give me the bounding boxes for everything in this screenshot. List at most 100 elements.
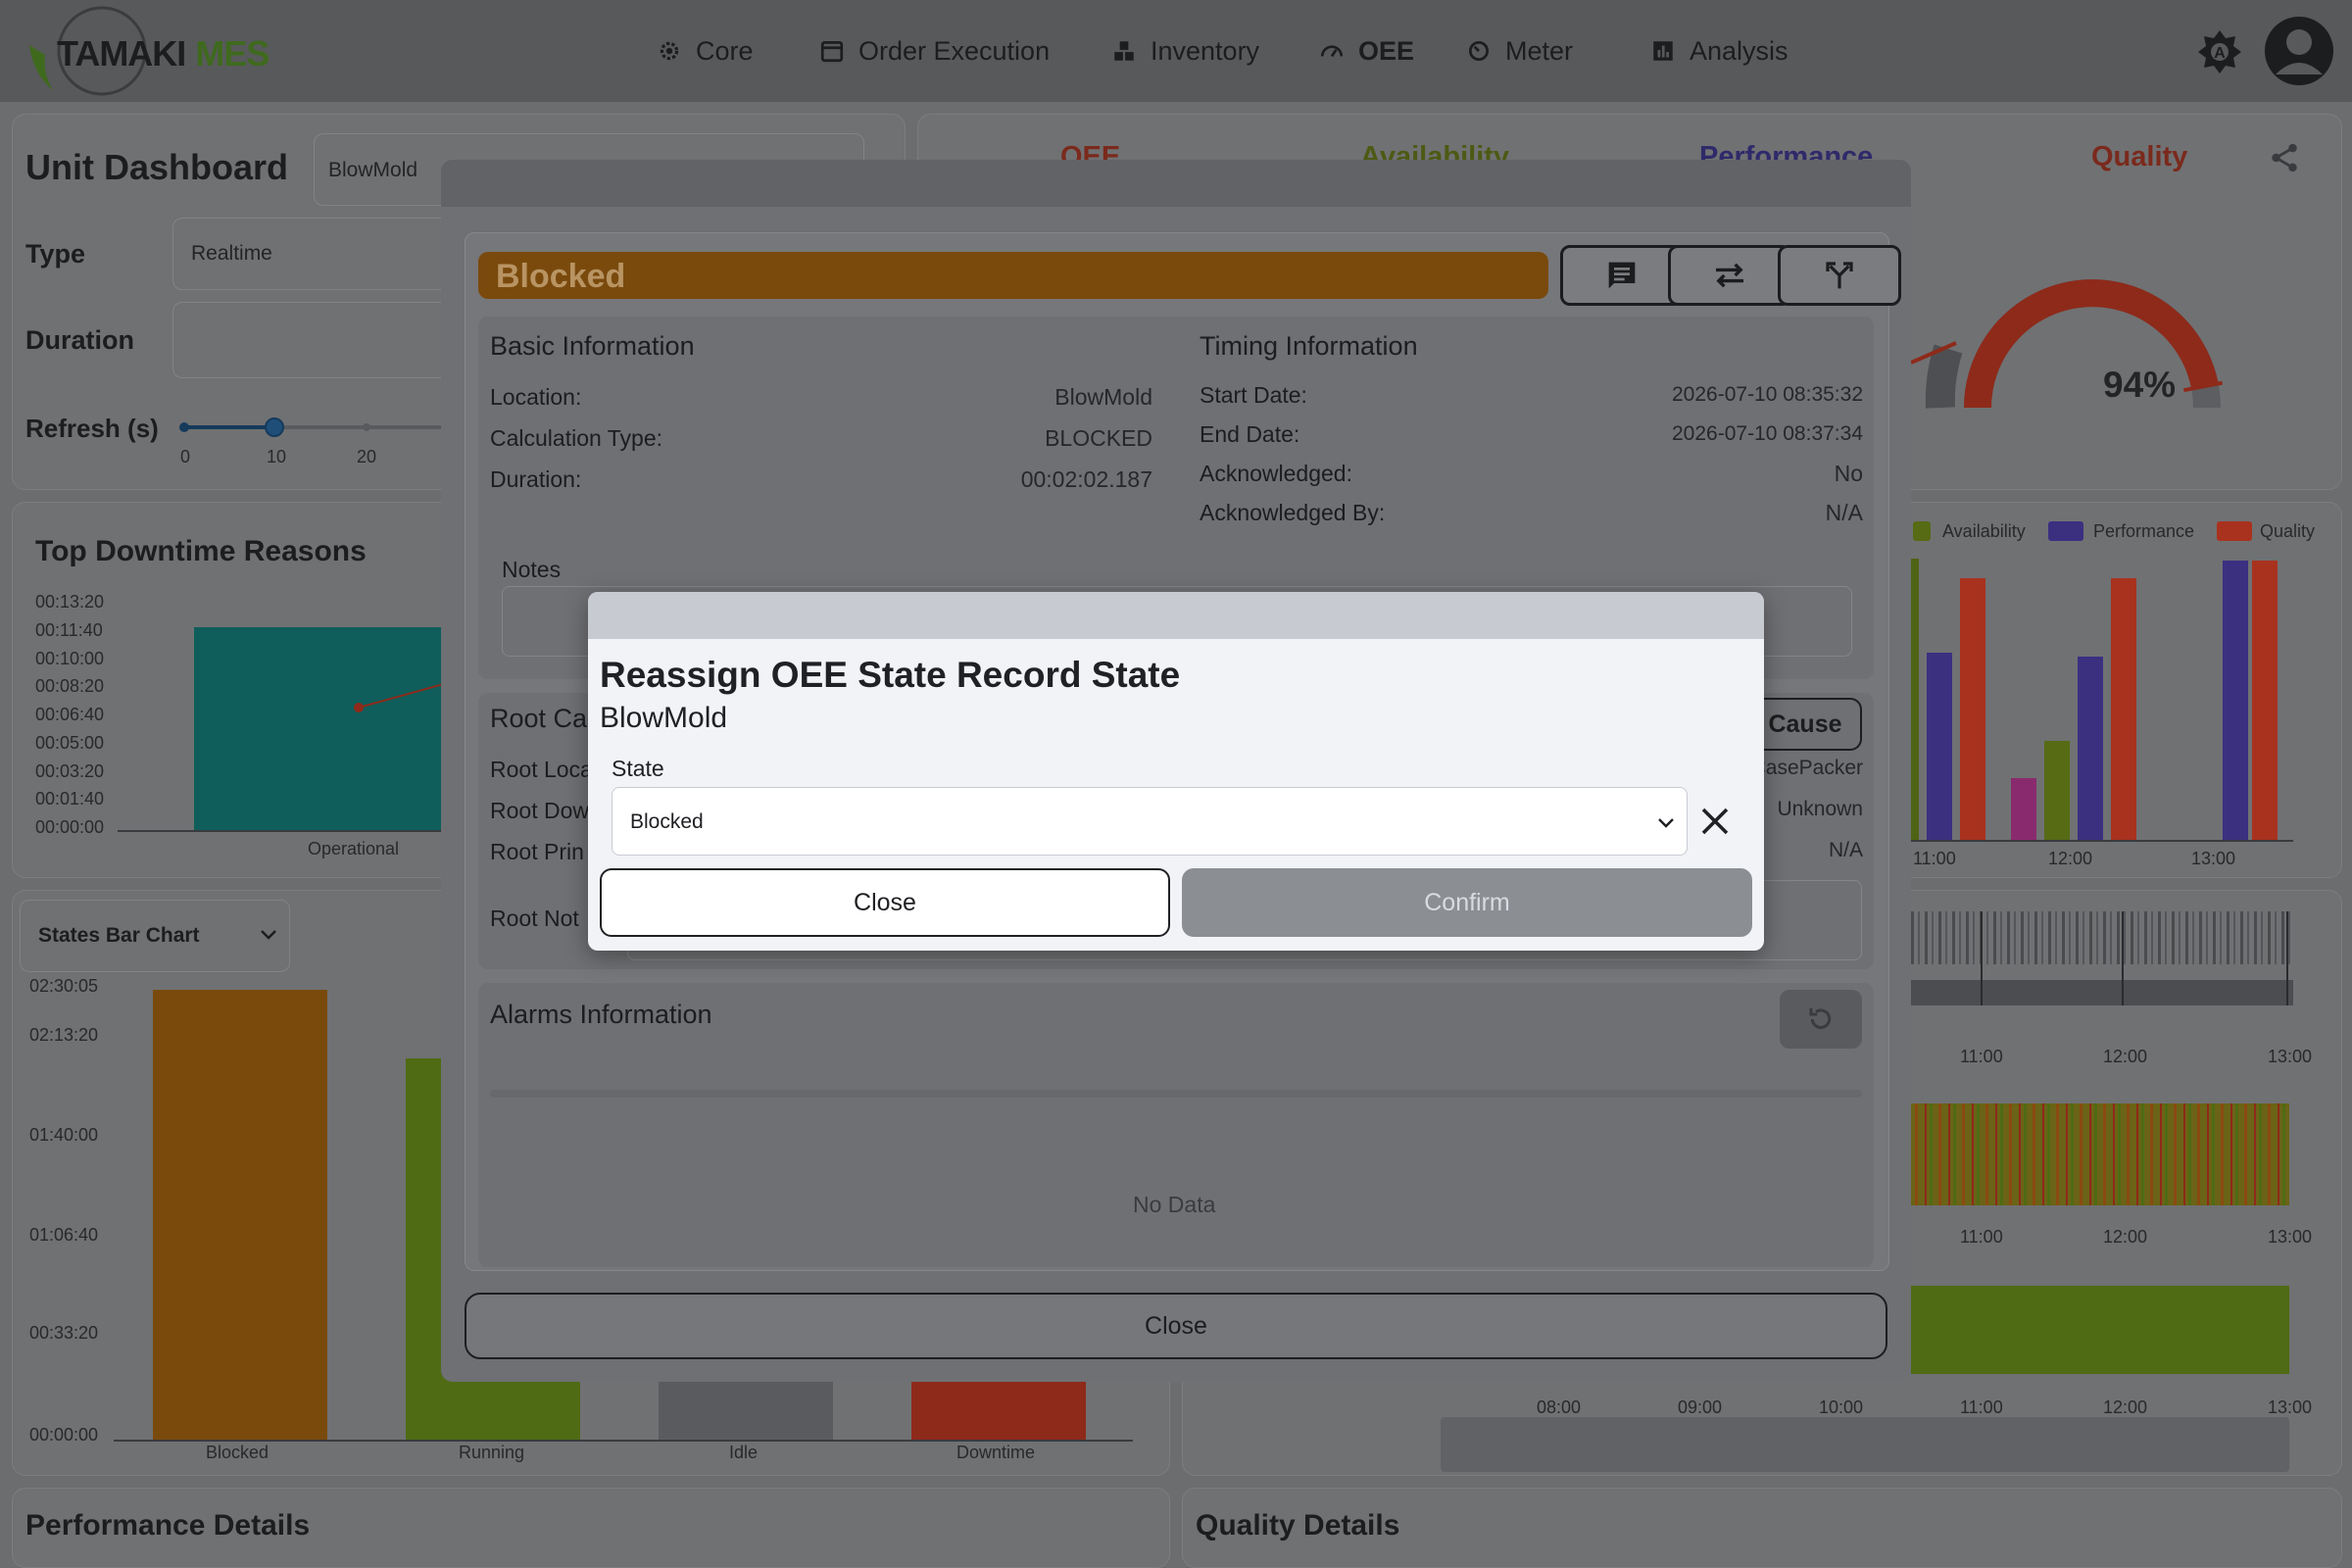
timeline-axis-tick: 08:00	[1537, 1397, 1582, 1417]
timeline-axis-tick: 11:00	[1960, 1397, 2003, 1417]
root-cause-button-label: Cause	[1768, 710, 1842, 738]
timeline-range-brush[interactable]	[1441, 1417, 2289, 1472]
timing-info-key: End Date:	[1200, 421, 1300, 447]
reassign-dialog-header	[588, 592, 1764, 639]
root-cause-button[interactable]: Cause	[1748, 698, 1862, 751]
split-icon	[1826, 262, 1853, 289]
timeline-tick: 11:00	[1960, 1227, 2003, 1247]
alarms-empty-text: No Data	[1133, 1192, 1216, 1217]
basic-info-value: BlowMold	[1054, 384, 1152, 410]
state-category: Running	[459, 1443, 525, 1462]
nav-meter-label: Meter	[1505, 35, 1574, 66]
downtime-y-tick: 00:05:00	[35, 732, 105, 753]
app-logo[interactable]: TAMAKI MES	[24, 6, 270, 96]
timeline-axis-tick: 12:00	[2103, 1397, 2148, 1417]
meter-icon	[1468, 40, 1490, 62]
trend-bar	[2252, 561, 2278, 841]
quality-details-title: Quality Details	[1196, 1509, 1400, 1542]
state-select-value: Blocked	[630, 810, 704, 833]
downtime-y-tick: 00:08:20	[35, 676, 105, 697]
share-icon[interactable]	[2268, 141, 2301, 174]
alarms-table-header	[490, 1090, 1862, 1098]
trend-tick: 12:00	[2048, 849, 2093, 868]
dialog-close-button[interactable]: Close	[600, 868, 1170, 937]
root-cause-key: Root Dow	[490, 798, 589, 823]
top-downtime-chart	[118, 627, 451, 832]
trend-bar	[2111, 578, 2136, 841]
gear-icon	[660, 41, 679, 61]
nav-meter[interactable]: Meter	[1466, 29, 1573, 73]
logo-text: TAMAKI MES	[57, 33, 270, 74]
nav-order-execution[interactable]: Order Execution	[819, 29, 1050, 73]
quality-gauge-value: 94%	[2103, 365, 2177, 405]
calendar-icon	[820, 40, 844, 63]
reassign-dialog-subtitle: BlowMold	[600, 702, 728, 734]
refresh-alarms-button[interactable]	[1780, 990, 1862, 1049]
state-record-close-button[interactable]: Close	[465, 1293, 1887, 1359]
nav-oee-label: OEE	[1358, 35, 1415, 66]
user-avatar-icon[interactable]	[2264, 16, 2334, 86]
timeline-tick: 13:00	[2268, 1047, 2313, 1066]
state-bar-idle	[659, 1380, 833, 1441]
state-record-close-label: Close	[1145, 1311, 1207, 1340]
theme-toggle-icon[interactable]: A	[2197, 29, 2242, 74]
timeline-tick: 12:00	[2103, 1047, 2148, 1066]
chevron-down-icon	[261, 930, 276, 940]
legend-performance: Performance	[2093, 521, 2195, 541]
chart-type-select[interactable]: States Bar Chart	[20, 900, 290, 972]
reassign-state-button[interactable]	[1668, 245, 1791, 306]
refresh-tick: 10	[267, 447, 287, 466]
unit-select-value: BlowMold	[328, 159, 418, 181]
trend-bar	[1911, 559, 1919, 841]
state-banner: Blocked	[478, 252, 1548, 299]
duration-label: Duration	[25, 325, 134, 355]
state-category: Idle	[729, 1443, 759, 1462]
trend-bar	[2011, 778, 2036, 841]
dashboard-title: Unit Dashboard	[25, 147, 289, 187]
legend-swatch-availability	[1913, 521, 1931, 541]
basic-info-value: BLOCKED	[1045, 425, 1152, 451]
refresh-slider[interactable]	[176, 417, 470, 437]
boxes-icon	[1114, 41, 1134, 61]
state-field-label: State	[612, 756, 664, 781]
timing-info-value: No	[1834, 461, 1863, 486]
performance-details-title: Performance Details	[25, 1509, 311, 1542]
timeline-tick: 11:00	[1960, 1047, 2003, 1066]
dialog-confirm-button[interactable]: Confirm	[1182, 868, 1752, 937]
timing-info-title: Timing Information	[1200, 331, 1418, 361]
legend-swatch-quality	[2217, 521, 2252, 541]
add-note-button[interactable]	[1560, 245, 1684, 306]
nav-inventory[interactable]: Inventory	[1111, 29, 1259, 73]
chevron-down-icon	[1658, 818, 1674, 828]
state-record-modal-header	[441, 160, 1911, 207]
root-cause-key: Root Loca	[490, 757, 593, 782]
downtime-y-tick: 00:06:40	[35, 705, 105, 724]
basic-info-key: Calculation Type:	[490, 425, 663, 451]
chart-type-value: States Bar Chart	[38, 924, 200, 947]
trend-bar	[2078, 657, 2103, 841]
timeline-tick: 13:00	[2268, 1227, 2313, 1247]
split-record-button[interactable]	[1778, 245, 1901, 306]
downtime-y-tick: 00:11:40	[35, 619, 103, 640]
timing-info-key: Acknowledged:	[1200, 461, 1352, 486]
nav-analysis[interactable]: Analysis	[1650, 29, 1788, 73]
downtime-bar	[194, 627, 451, 831]
timing-info-value: 2026-07-10 08:35:32	[1672, 383, 1863, 406]
type-select-value: Realtime	[191, 242, 272, 265]
nav-core-label: Core	[696, 35, 754, 66]
state-select[interactable]: Blocked	[612, 787, 1688, 856]
kpi-tab-quality[interactable]: Quality	[2091, 141, 2187, 173]
timing-info-value: N/A	[1825, 500, 1863, 525]
trend-bar	[1927, 653, 1952, 841]
timing-info-key: Start Date:	[1200, 382, 1307, 408]
basic-info-key: Duration:	[490, 466, 582, 492]
nav-core[interactable]: Core	[657, 29, 754, 73]
refresh-icon	[1809, 1007, 1832, 1029]
timing-info-key: Acknowledged By:	[1200, 500, 1386, 525]
nav-oee[interactable]: OEE	[1319, 29, 1414, 73]
refresh-label: Refresh (s)	[25, 414, 159, 443]
downtime-y-tick: 00:01:40	[35, 789, 105, 809]
clear-selection-icon[interactable]	[1699, 806, 1731, 837]
type-label: Type	[25, 239, 86, 269]
notes-label: Notes	[502, 557, 562, 582]
